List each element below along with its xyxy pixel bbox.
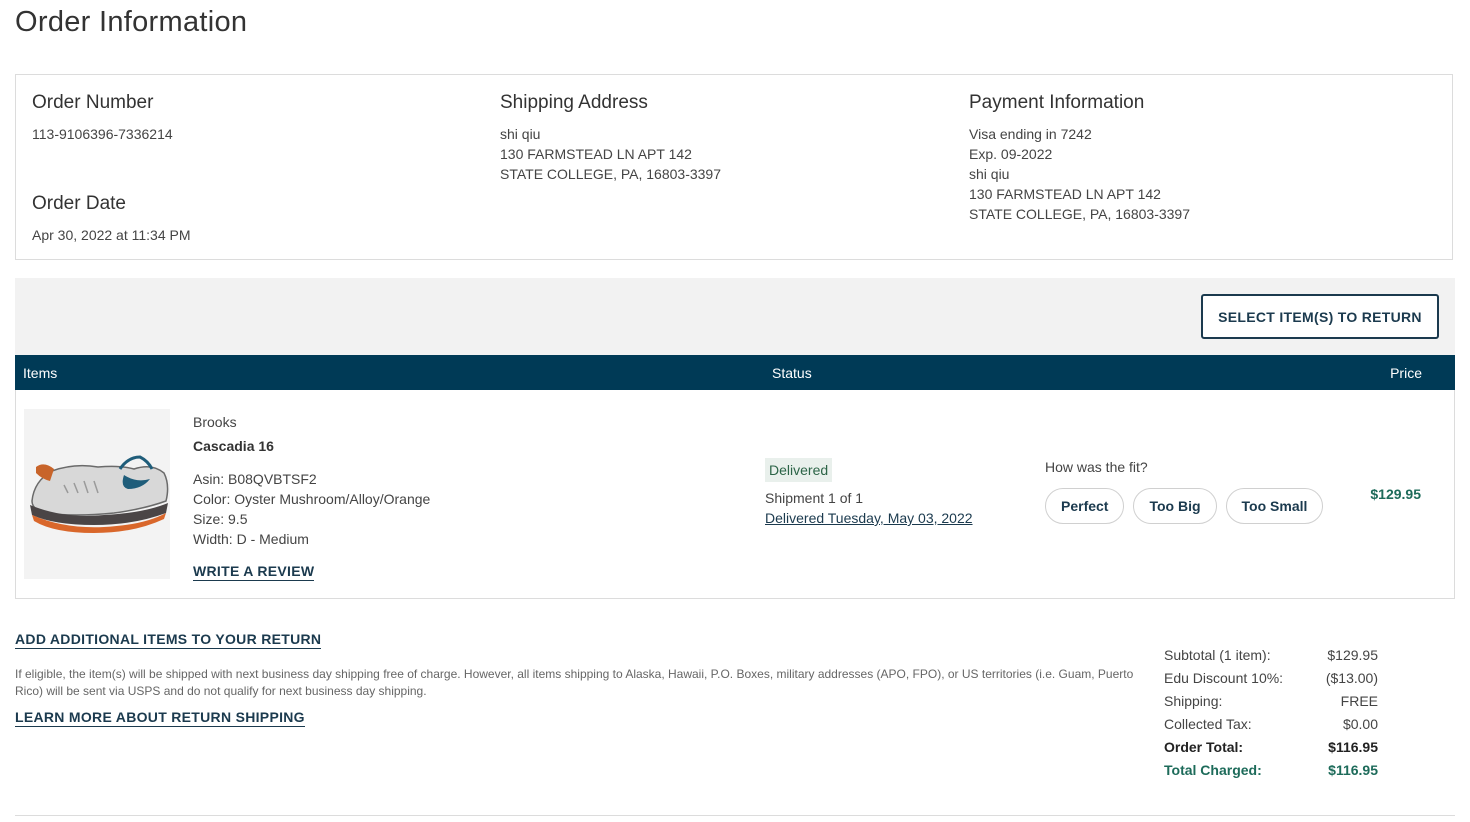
payment-info-heading: Payment Information xyxy=(969,92,1145,113)
learn-more-return-shipping-link[interactable]: LEARN MORE ABOUT RETURN SHIPPING xyxy=(15,708,305,727)
order-total-label: Order Total: xyxy=(1164,739,1244,755)
items-column-header: Items xyxy=(23,365,58,381)
return-action-bar: SELECT ITEM(S) TO RETURN xyxy=(15,278,1455,355)
subtotal-value: $129.95 xyxy=(1327,647,1378,663)
tax-value: $0.00 xyxy=(1342,716,1378,732)
payment-expiry: Exp. 09-2022 xyxy=(969,146,1053,162)
shipping-label: Shipping: xyxy=(1164,693,1223,709)
subtotal-label: Subtotal (1 item): xyxy=(1164,647,1271,663)
write-review-link[interactable]: WRITE A REVIEW xyxy=(193,562,315,581)
product-color: Color: Oyster Mushroom/Alloy/Orange xyxy=(193,491,431,507)
table-row: Brooks Cascadia 16 Asin: B08QVBTSF2 Colo… xyxy=(15,390,1455,599)
product-width: Width: D - Medium xyxy=(193,531,309,547)
shipping-city: STATE COLLEGE, PA, 16803-3397 xyxy=(500,166,721,182)
payment-street: 130 FARMSTEAD LN APT 142 xyxy=(969,186,1161,202)
total-charged-label: Total Charged: xyxy=(1164,762,1262,778)
status-badge: Delivered xyxy=(765,458,833,482)
shipping-name: shi qiu xyxy=(500,126,541,142)
shipping-street: 130 FARMSTEAD LN APT 142 xyxy=(500,146,692,162)
delivery-date-link[interactable]: Delivered Tuesday, May 03, 2022 xyxy=(765,508,973,528)
shipping-address-section: Shipping Address shi qiu 130 FARMSTEAD L… xyxy=(500,92,721,184)
order-info-card: Order Number 113-9106396-7336214 Order D… xyxy=(15,74,1453,260)
item-details: Brooks Cascadia 16 Asin: B08QVBTSF2 Colo… xyxy=(193,412,430,581)
order-number: 113-9106396-7336214 xyxy=(32,126,173,142)
items-table-header: Items Status Price xyxy=(15,355,1455,390)
order-number-section: Order Number 113-9106396-7336214 xyxy=(32,92,173,144)
fit-question: How was the fit? xyxy=(1045,459,1148,475)
total-charged-value: $116.95 xyxy=(1328,762,1378,778)
order-total-value: $116.95 xyxy=(1328,739,1378,755)
bottom-divider xyxy=(15,815,1455,816)
payment-info-section: Payment Information Visa ending in 7242 … xyxy=(969,92,1190,224)
total-charged-row: Total Charged: $116.95 xyxy=(1164,759,1378,782)
fit-options: Perfect Too Big Too Small xyxy=(1045,488,1324,524)
select-items-to-return-button[interactable]: SELECT ITEM(S) TO RETURN xyxy=(1201,294,1439,339)
tax-row: Collected Tax: $0.00 xyxy=(1164,713,1378,736)
item-price: $129.95 xyxy=(1370,486,1421,502)
order-summary: Subtotal (1 item): $129.95 Edu Discount … xyxy=(1164,644,1378,782)
product-size: Size: 9.5 xyxy=(193,511,248,527)
subtotal-row: Subtotal (1 item): $129.95 xyxy=(1164,644,1378,667)
shipping-row: Shipping: FREE xyxy=(1164,690,1378,713)
order-total-row: Order Total: $116.95 xyxy=(1164,736,1378,759)
product-name[interactable]: Cascadia 16 xyxy=(193,436,430,456)
discount-row: Edu Discount 10%: ($13.00) xyxy=(1164,667,1378,690)
fit-too-small-button[interactable]: Too Small xyxy=(1225,488,1324,524)
item-status: Delivered Shipment 1 of 1 Delivered Tues… xyxy=(765,458,973,528)
payment-city: STATE COLLEGE, PA, 16803-3397 xyxy=(969,206,1190,222)
order-date-heading: Order Date xyxy=(32,193,126,214)
discount-label: Edu Discount 10%: xyxy=(1164,670,1284,686)
page-title: Order Information xyxy=(15,6,248,38)
shipment-count: Shipment 1 of 1 xyxy=(765,490,864,506)
shipping-value: FREE xyxy=(1340,693,1378,709)
product-image[interactable] xyxy=(24,409,170,579)
price-column-header: Price xyxy=(1390,365,1422,381)
status-column-header: Status xyxy=(772,365,812,381)
product-attributes: Asin: B08QVBTSF2 Color: Oyster Mushroom/… xyxy=(193,469,430,549)
fit-perfect-button[interactable]: Perfect xyxy=(1045,488,1125,524)
tax-label: Collected Tax: xyxy=(1164,716,1252,732)
payment-name: shi qiu xyxy=(969,166,1010,182)
fit-too-big-button[interactable]: Too Big xyxy=(1133,488,1217,524)
shoe-image-icon xyxy=(24,409,170,579)
product-brand: Brooks xyxy=(193,414,237,430)
order-date-section: Order Date Apr 30, 2022 at 11:34 PM xyxy=(32,193,191,245)
add-additional-items-link[interactable]: ADD ADDITIONAL ITEMS TO YOUR RETURN xyxy=(15,630,322,649)
fit-feedback: How was the fit? Perfect Too Big Too Sma… xyxy=(1045,458,1324,524)
product-asin: Asin: B08QVBTSF2 xyxy=(193,471,317,487)
payment-card: Visa ending in 7242 xyxy=(969,126,1092,142)
discount-value: ($13.00) xyxy=(1325,670,1378,686)
shipping-address-heading: Shipping Address xyxy=(500,92,648,113)
order-date: Apr 30, 2022 at 11:34 PM xyxy=(32,227,191,243)
order-number-heading: Order Number xyxy=(32,92,154,113)
return-shipping-note: If eligible, the item(s) will be shipped… xyxy=(15,667,1134,698)
